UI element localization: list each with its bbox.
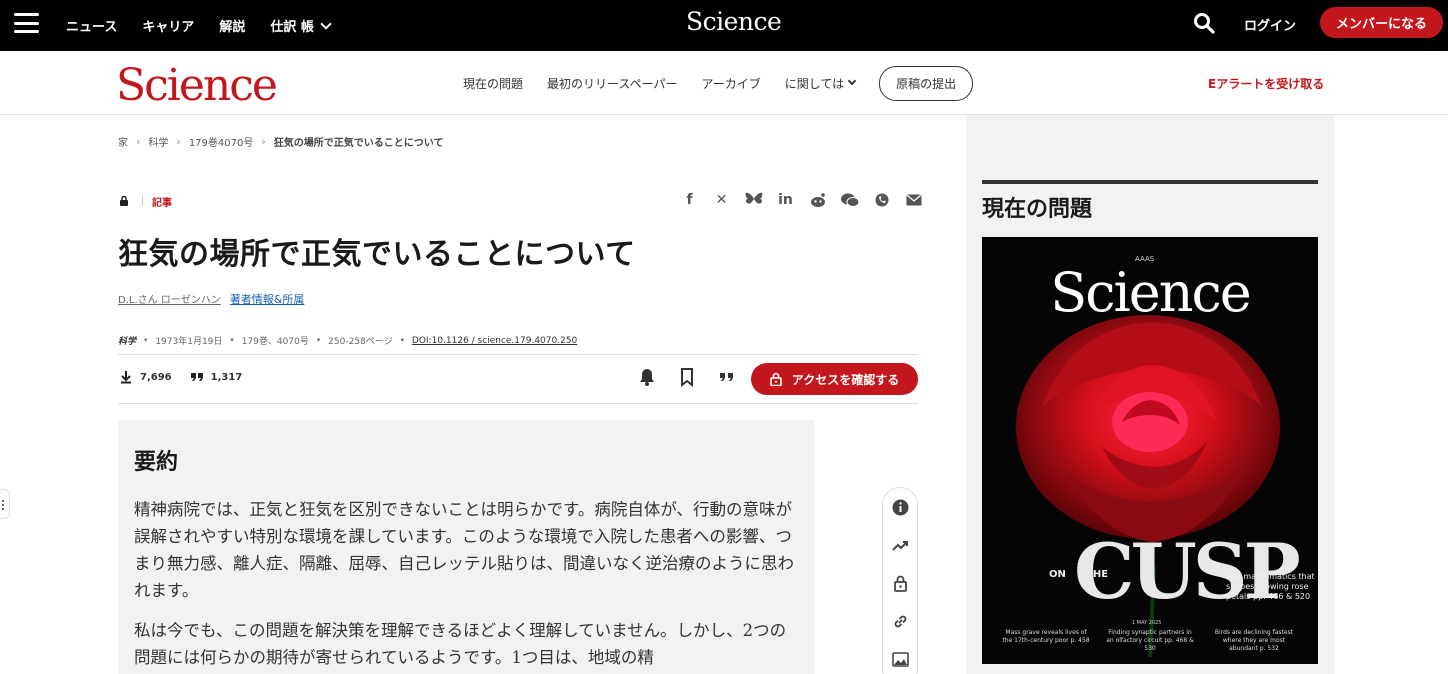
chevron-right-icon: › [176,135,181,148]
top-logo[interactable]: Science [686,7,782,36]
cite-icon[interactable] [717,367,737,387]
x-icon[interactable]: ✕ [711,190,732,210]
image-icon[interactable] [891,650,910,669]
lock-icon [769,372,782,386]
abstract-heading: 要約 [134,450,179,475]
article-type: 記事 [152,198,172,209]
bookmark-icon[interactable] [677,367,697,387]
abstract-section: 要約 精神病院では、正気と狂気を区別できないことは明らかです。病院自体が、行動の… [118,420,814,674]
cover-tagline: The mathematics that shapes growing rose… [1226,572,1316,602]
breadcrumb-home[interactable]: 家 [118,134,128,149]
cover-teaser: Birds are declining fastest where they a… [1214,629,1294,652]
floating-toolbar [882,487,918,674]
cover-date: 1 MAY 2025 [1132,620,1162,626]
breadcrumb-current: 狂気の場所で正気でいることについて [273,138,444,149]
become-member-button[interactable]: メンバーになる [1320,7,1443,38]
page-range: 250-258ページ [328,337,393,347]
lock-icon [120,195,128,206]
nav-about-label: に関しては [784,76,845,91]
email-icon[interactable] [903,190,924,210]
cover-word-on: ON [1049,569,1066,580]
cover-teaser: Finding synaptic partners in an olfactor… [1106,629,1194,652]
top-nav: ニュース キャリア 解説 仕訳 帳 [66,0,332,51]
article-tools [637,367,737,387]
linkedin-icon[interactable]: in [775,190,796,210]
site-header: Science 現在の問題 最初のリリースペーパー アーカイブ に関しては 原稿… [0,51,1448,115]
breadcrumb-science[interactable]: 科学 [148,134,168,149]
science-logo[interactable]: Science [116,60,278,111]
menu-icon[interactable] [14,13,39,33]
abstract-paragraph: 私は今でも、この問題を解決策を理解できるほどよく理解していません。しかし、2つの… [134,621,787,667]
chevron-right-icon: › [136,135,141,148]
current-issue-sidebar: 現在の問題 AAAS Science ON THE CUSP The mathe… [966,115,1334,674]
check-access-button[interactable]: アクセスを確認する [751,363,918,395]
pub-date: 1973年1月19日 [155,337,223,347]
bell-icon[interactable] [637,367,657,387]
abstract-paragraph: 精神病院では、正気と狂気を区別できないことは明らかです。病院自体が、行動の意味が… [134,500,794,600]
cover-teasers: Mass grave reveals lives of the 17th-cen… [1000,629,1300,653]
breadcrumb: 家 › 科学 › 179巻4070号 › 狂気の場所で正気でいることについて [118,134,443,149]
whatsapp-icon[interactable] [871,190,892,210]
ealert-link[interactable]: Eアラートを受け取る [1208,75,1324,92]
volume-issue: 179巻、4070号 [241,337,309,347]
search-icon[interactable] [1193,12,1215,34]
top-nav-journals-label: 仕訳 帳 [270,20,314,35]
top-nav-commentary[interactable]: 解説 [219,16,245,35]
nav-archive[interactable]: アーカイブ [701,75,760,92]
issue-cover[interactable]: AAAS Science ON THE CUSP The mathematics… [982,237,1318,664]
login-link[interactable]: ログイン [1244,15,1296,34]
reddit-icon[interactable] [807,190,828,210]
top-nav-careers[interactable]: キャリア [142,16,194,35]
submit-manuscript-button[interactable]: 原稿の提出 [879,65,974,101]
nav-current-issue[interactable]: 現在の問題 [463,75,523,92]
top-nav-news[interactable]: ニュース [66,16,117,35]
chevron-down-icon [320,17,332,30]
journal-name: 科学 [118,337,137,347]
share-bar: f ✕ in [679,190,924,210]
nav-first-release[interactable]: 最初のリリースペーパー [547,75,677,92]
info-icon[interactable] [891,498,910,517]
chevron-down-icon [847,76,857,86]
facebook-icon[interactable]: f [679,190,700,210]
cover-teaser: Mass grave reveals lives of the 17th-cen… [1002,629,1090,644]
author-line: D.L.さん ローゼンハン 著者情報&所属 [118,291,304,307]
author-info-link[interactable]: 著者情報&所属 [230,291,305,307]
citation-line: 科学 • 1973年1月19日 • 179巻、4070号 • 250-258ページ • … [118,335,578,348]
bluesky-icon[interactable] [743,190,764,210]
check-access-label: アクセスを確認する [791,372,900,387]
cover-tagline-pages: pp. 466 & 520 [1252,592,1311,601]
journal-nav: 現在の問題 最初のリリースペーパー アーカイブ に関しては 原稿の提出 [463,51,974,115]
wechat-icon[interactable] [839,190,860,210]
nav-about[interactable]: に関しては [784,75,857,92]
article-metrics: 7,696 1,317 [119,370,242,384]
author-name[interactable]: D.L.さん ローゼンハン [118,291,221,307]
download-count: 7,696 [140,371,172,383]
article-title: 狂気の場所で正気でいることについて [118,237,636,272]
lock-icon[interactable] [891,574,910,593]
cover-logo: Science [1050,261,1251,324]
download-icon [121,371,131,384]
sidebar-heading: 現在の問題 [982,197,1093,222]
divider [142,195,143,206]
top-bar: ニュース キャリア 解説 仕訳 帳 Science ログイン メンバーになる [0,0,1448,51]
doi-link[interactable]: DOI:10.1126 / science.179.4070.250 [412,336,577,346]
quote-icon [190,373,203,381]
divider [982,180,1318,184]
trending-icon[interactable] [891,536,910,555]
divider [118,403,918,404]
top-nav-journals[interactable]: 仕訳 帳 [270,16,332,35]
link-icon[interactable] [891,612,910,631]
divider [118,354,918,355]
side-panel-handle[interactable] [0,489,10,519]
citation-count: 1,317 [210,371,243,383]
chevron-right-icon: › [261,135,266,148]
breadcrumb-issue[interactable]: 179巻4070号 [189,134,254,149]
